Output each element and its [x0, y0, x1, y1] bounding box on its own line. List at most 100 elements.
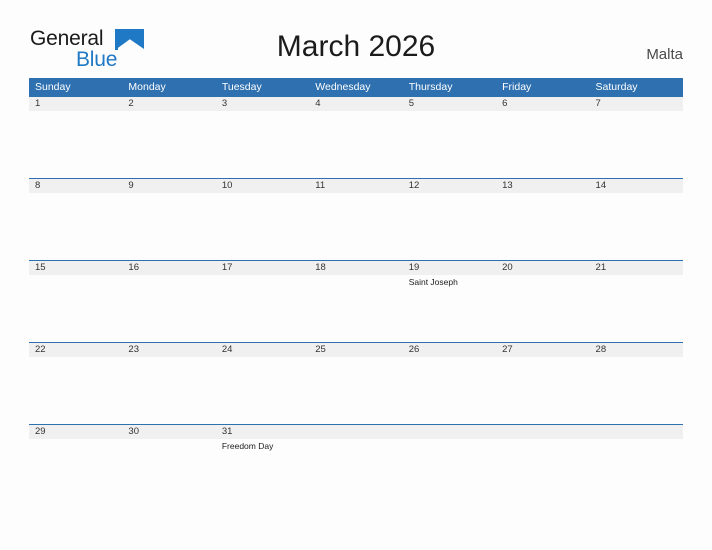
day-cell-18[interactable]: [309, 275, 402, 342]
day-number-empty: [590, 425, 683, 439]
day-number-9[interactable]: 9: [122, 179, 215, 193]
day-cell-14[interactable]: [590, 193, 683, 260]
day-cell-empty: [590, 439, 683, 506]
day-cell-11[interactable]: [309, 193, 402, 260]
day-cell-17[interactable]: [216, 275, 309, 342]
calendar-week-row: 8 9 10 11 12 13 14: [29, 178, 683, 260]
day-cell-empty: [496, 439, 589, 506]
weekday-header-tuesday: Tuesday: [221, 81, 262, 93]
day-number-19[interactable]: 19: [403, 261, 496, 275]
day-cell-9[interactable]: [122, 193, 215, 260]
day-event-strip: [29, 357, 683, 424]
day-number-strip: 29 30 31: [29, 425, 683, 439]
day-number-29[interactable]: 29: [29, 425, 122, 439]
weekday-header-thursday: Thursday: [408, 81, 453, 93]
day-number-30[interactable]: 30: [122, 425, 215, 439]
day-number-20[interactable]: 20: [496, 261, 589, 275]
calendar-week-rows: 1 2 3 4 5 6 7 8 9 10 11 12 13 14 15 16 17 18 19 20 21 Saint J…: [29, 97, 683, 506]
day-number-1[interactable]: 1: [29, 97, 122, 111]
day-number-14[interactable]: 14: [590, 179, 683, 193]
calendar-week-row: 15 16 17 18 19 20 21 Saint Joseph: [29, 260, 683, 342]
weekday-header-row: Sunday Monday Tuesday Wednesday Thursday Frid…: [29, 78, 683, 97]
day-cell-15[interactable]: [29, 275, 122, 342]
day-number-2[interactable]: 2: [122, 97, 215, 111]
day-cell-empty: [403, 439, 496, 506]
day-cell-25[interactable]: [309, 357, 402, 424]
day-event-strip: [29, 111, 683, 178]
day-cell-3[interactable]: [216, 111, 309, 178]
day-number-16[interactable]: 16: [122, 261, 215, 275]
day-number-strip: 15 16 17 18 19 20 21: [29, 261, 683, 275]
day-number-22[interactable]: 22: [29, 343, 122, 357]
day-cell-31[interactable]: Freedom Day: [216, 439, 309, 506]
day-cell-12[interactable]: [403, 193, 496, 260]
weekday-header-friday: Friday: [502, 81, 532, 93]
page-header: General Blue March 2026 Malta: [0, 0, 712, 78]
day-number-26[interactable]: 26: [403, 343, 496, 357]
day-cell-5[interactable]: [403, 111, 496, 178]
day-event-strip: [29, 193, 683, 260]
weekday-header-wednesday: Wednesday: [315, 81, 371, 93]
day-cell-16[interactable]: [122, 275, 215, 342]
page-title: March 2026: [276, 30, 436, 63]
day-cell-24[interactable]: [216, 357, 309, 424]
day-number-8[interactable]: 8: [29, 179, 122, 193]
calendar-week-row: 29 30 31 Freedom Day: [29, 424, 683, 506]
day-number-23[interactable]: 23: [122, 343, 215, 357]
day-number-empty: [403, 425, 496, 439]
weekday-header-monday: Monday: [128, 81, 166, 93]
day-cell-7[interactable]: [590, 111, 683, 178]
day-cell-30[interactable]: [122, 439, 215, 506]
holiday-label: Saint Joseph: [408, 277, 458, 287]
day-number-7[interactable]: 7: [590, 97, 683, 111]
day-cell-29[interactable]: [29, 439, 122, 506]
day-cell-21[interactable]: [590, 275, 683, 342]
day-cell-19[interactable]: Saint Joseph: [403, 275, 496, 342]
calendar-grid: Sunday Monday Tuesday Wednesday Thursday Frid…: [29, 78, 683, 506]
day-number-4[interactable]: 4: [309, 97, 402, 111]
day-number-28[interactable]: 28: [590, 343, 683, 357]
day-cell-27[interactable]: [496, 357, 589, 424]
day-number-21[interactable]: 21: [590, 261, 683, 275]
day-cell-8[interactable]: [29, 193, 122, 260]
day-number-empty: [309, 425, 402, 439]
day-number-18[interactable]: 18: [309, 261, 402, 275]
country-label: Malta: [646, 46, 683, 63]
day-cell-13[interactable]: [496, 193, 589, 260]
day-number-empty: [496, 425, 589, 439]
day-number-10[interactable]: 10: [216, 179, 309, 193]
calendar-week-row: 1234567: [29, 97, 683, 178]
day-cell-28[interactable]: [590, 357, 683, 424]
day-cell-10[interactable]: [216, 193, 309, 260]
day-cell-6[interactable]: [496, 111, 589, 178]
day-number-31[interactable]: 31: [216, 425, 309, 439]
day-number-strip: 8 9 10 11 12 13 14: [29, 179, 683, 193]
day-number-6[interactable]: 6: [496, 97, 589, 111]
day-number-25[interactable]: 25: [309, 343, 402, 357]
day-number-12[interactable]: 12: [403, 179, 496, 193]
day-number-24[interactable]: 24: [216, 343, 309, 357]
day-number-11[interactable]: 11: [309, 179, 402, 193]
day-number-13[interactable]: 13: [496, 179, 589, 193]
weekday-header-sunday: Sunday: [35, 81, 71, 93]
day-cell-20[interactable]: [496, 275, 589, 342]
day-number-3[interactable]: 3: [216, 97, 309, 111]
day-number-strip: 1234567: [29, 97, 683, 111]
calendar-week-row: 22 23 24 25 26 27 28: [29, 342, 683, 424]
day-cell-2[interactable]: [122, 111, 215, 178]
day-cell-4[interactable]: [309, 111, 402, 178]
day-cell-26[interactable]: [403, 357, 496, 424]
day-number-27[interactable]: 27: [496, 343, 589, 357]
day-number-strip: 22 23 24 25 26 27 28: [29, 343, 683, 357]
day-number-17[interactable]: 17: [216, 261, 309, 275]
day-cell-22[interactable]: [29, 357, 122, 424]
holiday-label: Freedom Day: [221, 441, 274, 451]
day-cell-1[interactable]: [29, 111, 122, 178]
weekday-header-saturday: Saturday: [595, 81, 638, 93]
day-event-strip: Saint Joseph: [29, 275, 683, 342]
day-number-5[interactable]: 5: [403, 97, 496, 111]
day-cell-empty: [309, 439, 402, 506]
day-number-15[interactable]: 15: [29, 261, 122, 275]
day-event-strip: Freedom Day: [29, 439, 683, 506]
day-cell-23[interactable]: [122, 357, 215, 424]
